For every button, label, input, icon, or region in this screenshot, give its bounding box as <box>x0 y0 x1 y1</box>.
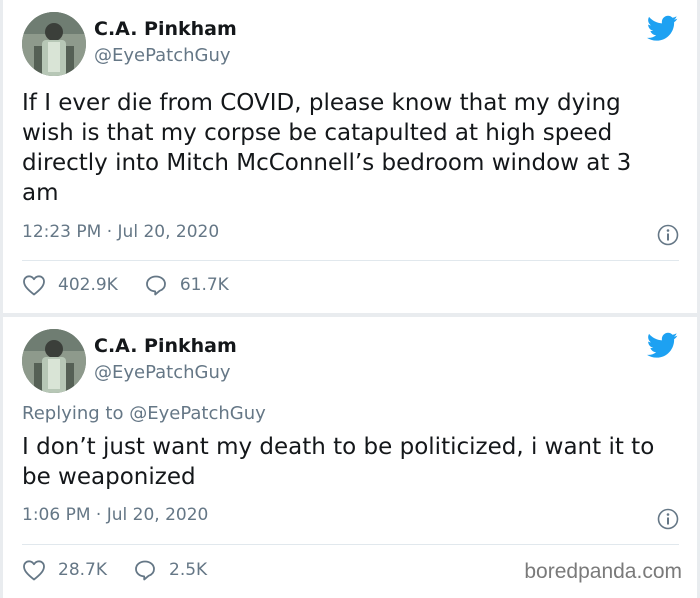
heart-icon <box>23 275 45 296</box>
twitter-bird-icon[interactable] <box>647 332 678 359</box>
reply-count: 61.7K <box>179 275 229 295</box>
tweet-timestamp[interactable]: 12:23 PM · Jul 20, 2020 <box>22 222 219 242</box>
tweet-actions: 402.9K 61.7K <box>22 272 255 298</box>
twitter-bird-icon[interactable] <box>647 15 678 42</box>
tweet-card: C.A. Pinkham @EyePatchGuy Replying to @E… <box>3 317 697 598</box>
tweet-timestamp[interactable]: 1:06 PM · Jul 20, 2020 <box>22 505 208 525</box>
author-handle[interactable]: @EyePatchGuy <box>94 362 231 383</box>
tweet-card: C.A. Pinkham @EyePatchGuy If I ever die … <box>3 0 697 313</box>
reply-button[interactable]: 2.5K <box>133 559 207 581</box>
replying-prefix: Replying to <box>22 403 124 424</box>
divider <box>22 260 679 261</box>
like-count: 402.9K <box>58 275 118 295</box>
divider <box>22 544 679 545</box>
watermark: boredpanda.com <box>524 560 682 583</box>
reply-count: 2.5K <box>169 560 208 580</box>
replying-mention-link[interactable]: @EyePatchGuy <box>129 403 266 424</box>
author-name[interactable]: C.A. Pinkham <box>94 335 237 357</box>
tweet-actions: 28.7K 2.5K <box>22 557 233 583</box>
like-button[interactable]: 28.7K <box>22 559 107 581</box>
like-count: 28.7K <box>58 560 107 580</box>
replying-to: Replying to @EyePatchGuy <box>22 403 266 424</box>
author-name[interactable]: C.A. Pinkham <box>94 18 237 40</box>
heart-icon <box>23 560 45 581</box>
avatar[interactable] <box>22 12 86 76</box>
avatar[interactable] <box>22 329 86 393</box>
reply-button[interactable]: 61.7K <box>144 274 229 296</box>
tweet-text: I don’t just want my death to be politic… <box>22 434 655 490</box>
info-icon[interactable] <box>657 508 679 530</box>
author-handle[interactable]: @EyePatchGuy <box>94 45 231 66</box>
info-icon[interactable] <box>657 224 679 246</box>
tweet-text: If I ever die from COVID, please know th… <box>22 90 632 206</box>
like-button[interactable]: 402.9K <box>22 274 118 296</box>
reply-bubble-icon <box>145 275 166 296</box>
reply-bubble-icon <box>135 560 155 581</box>
